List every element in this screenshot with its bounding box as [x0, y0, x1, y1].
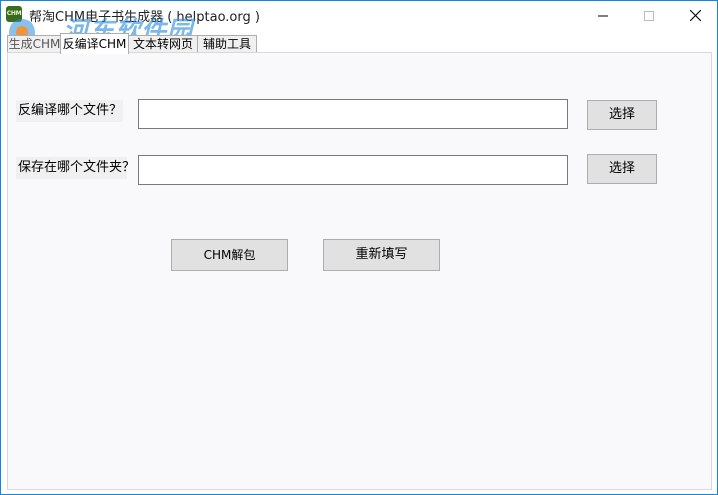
- tab-text-to-web[interactable]: 文本转网页: [128, 35, 198, 53]
- folder-label: 保存在哪个文件夹？: [16, 157, 135, 179]
- file-label: 反编译哪个文件？: [16, 100, 123, 122]
- reset-button[interactable]: 重新填写: [323, 239, 440, 271]
- window-title: 帮淘CHM电子书生成器 ( helptao.org ): [29, 10, 260, 25]
- minimize-icon: [598, 15, 608, 16]
- maximize-button[interactable]: [626, 1, 672, 30]
- file-path-input[interactable]: [138, 99, 568, 129]
- select-file-button[interactable]: 选择: [587, 100, 657, 130]
- chm-unpack-button[interactable]: CHM解包: [171, 239, 288, 271]
- folder-path-input[interactable]: [138, 155, 568, 185]
- tab-decompile-chm[interactable]: 反编译CHM: [60, 33, 129, 54]
- app-window: CHM 帮淘CHM电子书生成器 ( helptao.org ) 河东软件园 ww…: [0, 0, 718, 495]
- close-button[interactable]: [672, 1, 718, 30]
- maximize-icon: [644, 10, 654, 21]
- tab-generate-chm[interactable]: 生成CHM: [7, 35, 62, 53]
- close-icon: [689, 10, 701, 21]
- title-bar[interactable]: CHM 帮淘CHM电子书生成器 ( helptao.org ) 河东软件园 ww…: [1, 1, 718, 65]
- decompile-panel: 反编译哪个文件？ 选择 保存在哪个文件夹？ 选择 CHM解包 重新填写: [7, 52, 712, 490]
- select-folder-button[interactable]: 选择: [587, 154, 657, 184]
- minimize-button[interactable]: [580, 1, 626, 30]
- tab-tools[interactable]: 辅助工具: [197, 35, 257, 53]
